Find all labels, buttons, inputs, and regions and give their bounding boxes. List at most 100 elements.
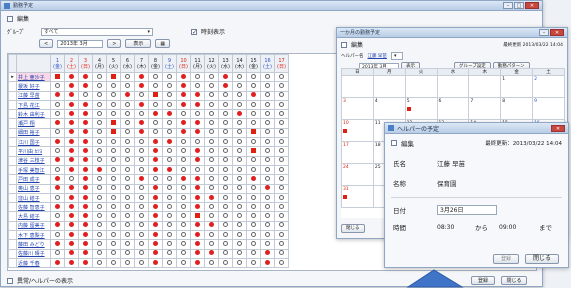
schedule-cell[interactable]	[50, 192, 65, 204]
schedule-cell[interactable]	[92, 137, 107, 148]
schedule-cell[interactable]	[120, 239, 135, 250]
schedule-cell[interactable]	[218, 127, 233, 139]
schedule-cell[interactable]	[50, 183, 65, 194]
schedule-cell[interactable]	[64, 220, 79, 232]
schedule-cell[interactable]	[218, 90, 233, 101]
footer-checkbox[interactable]	[7, 277, 13, 284]
schedule-cell[interactable]	[204, 109, 219, 120]
schedule-cell[interactable]	[260, 174, 275, 185]
schedule-cell[interactable]	[232, 71, 247, 83]
schedule-cell[interactable]	[148, 109, 163, 120]
schedule-cell[interactable]	[218, 230, 233, 241]
maximize-button[interactable]: □	[514, 2, 524, 9]
schedule-cell[interactable]	[190, 202, 205, 213]
calendar-day[interactable]	[436, 75, 470, 98]
schedule-cell[interactable]	[134, 127, 149, 139]
schedule-cell[interactable]	[106, 99, 121, 111]
schedule-cell[interactable]	[204, 257, 219, 269]
schedule-cell[interactable]	[148, 155, 163, 166]
schedule-cell[interactable]	[260, 220, 275, 232]
calendar-day[interactable]	[341, 75, 374, 98]
schedule-cell[interactable]	[120, 248, 135, 259]
schedule-cell[interactable]	[162, 90, 177, 101]
time-display-checkbox[interactable]: ✓	[191, 28, 197, 35]
schedule-cell[interactable]	[64, 192, 79, 204]
schedule-cell[interactable]	[204, 155, 219, 166]
schedule-cell[interactable]	[260, 248, 275, 259]
cal-edit-checkbox[interactable]	[341, 41, 347, 48]
schedule-cell[interactable]	[162, 239, 177, 250]
schedule-cell[interactable]	[78, 202, 93, 213]
staff-name[interactable]: 戸田 成子	[16, 174, 51, 185]
schedule-cell[interactable]	[260, 81, 275, 92]
staff-name[interactable]: 榎坂 好子	[16, 81, 51, 92]
schedule-cell[interactable]	[176, 71, 191, 83]
schedule-cell[interactable]	[162, 248, 177, 259]
schedule-cell[interactable]	[148, 192, 163, 204]
schedule-cell[interactable]	[176, 174, 191, 185]
schedule-cell[interactable]	[190, 192, 205, 204]
schedule-cell[interactable]	[106, 81, 121, 92]
schedule-cell[interactable]	[120, 71, 135, 83]
calendar-day[interactable]: 7	[468, 97, 502, 120]
schedule-cell[interactable]	[218, 239, 233, 250]
staff-name[interactable]: 平川由 ｶﾂﾖ	[16, 146, 51, 157]
schedule-cell[interactable]	[218, 192, 233, 204]
schedule-cell[interactable]	[148, 137, 163, 148]
schedule-cell[interactable]	[218, 71, 233, 83]
schedule-cell[interactable]	[260, 257, 275, 269]
schedule-cell[interactable]	[232, 202, 247, 213]
staff-name[interactable]: 近藤 千春	[16, 257, 51, 269]
schedule-cell[interactable]	[176, 230, 191, 241]
schedule-cell[interactable]	[204, 127, 219, 139]
schedule-cell[interactable]	[120, 183, 135, 194]
staff-name[interactable]: 奥山 恵子	[16, 183, 51, 194]
schedule-cell[interactable]	[190, 90, 205, 101]
schedule-cell[interactable]	[106, 118, 121, 129]
schedule-cell[interactable]	[232, 192, 247, 204]
schedule-cell[interactable]	[64, 202, 79, 213]
schedule-cell[interactable]	[120, 137, 135, 148]
schedule-cell[interactable]	[92, 211, 107, 222]
schedule-cell[interactable]	[92, 192, 107, 204]
schedule-cell[interactable]	[120, 127, 135, 139]
schedule-cell[interactable]	[190, 127, 205, 139]
calendar-day[interactable]: 2	[532, 75, 565, 98]
schedule-cell[interactable]	[190, 118, 205, 129]
schedule-cell[interactable]	[218, 118, 233, 129]
schedule-cell[interactable]	[134, 81, 149, 92]
schedule-cell[interactable]	[50, 202, 65, 213]
schedule-cell[interactable]	[148, 257, 163, 269]
calendar-day[interactable]: 9	[532, 97, 565, 120]
schedule-cell[interactable]	[50, 164, 65, 176]
schedule-cell[interactable]	[260, 230, 275, 241]
schedule-cell[interactable]	[232, 137, 247, 148]
schedule-cell[interactable]	[246, 90, 261, 101]
schedule-cell[interactable]	[64, 109, 79, 120]
schedule-cell[interactable]	[64, 81, 79, 92]
calendar-minimize-button[interactable]: –	[539, 29, 549, 36]
table-row[interactable]: 近藤 千春	[8, 257, 289, 269]
schedule-cell[interactable]	[64, 71, 79, 83]
schedule-cell[interactable]	[50, 239, 65, 250]
schedule-cell[interactable]	[148, 81, 163, 92]
calendar-day[interactable]: 3	[341, 97, 374, 120]
schedule-cell[interactable]	[204, 146, 219, 157]
schedule-cell[interactable]	[106, 183, 121, 194]
staff-name[interactable]: 江川 国子	[16, 137, 51, 148]
schedule-cell[interactable]	[78, 211, 93, 222]
schedule-cell[interactable]	[134, 202, 149, 213]
schedule-cell[interactable]	[274, 183, 289, 194]
schedule-cell[interactable]	[204, 164, 219, 176]
schedule-cell[interactable]	[78, 257, 93, 269]
schedule-cell[interactable]	[92, 248, 107, 259]
staff-name[interactable]: 江藤 早苗	[16, 90, 51, 101]
schedule-cell[interactable]	[162, 202, 177, 213]
table-row[interactable]: 津谷 三枝子	[8, 155, 289, 166]
schedule-cell[interactable]	[274, 211, 289, 222]
time-from[interactable]: 08:30	[437, 224, 471, 231]
schedule-cell[interactable]	[50, 127, 65, 139]
schedule-cell[interactable]	[232, 127, 247, 139]
schedule-cell[interactable]	[106, 164, 121, 176]
staff-name[interactable]: 藤田 みどり	[16, 239, 51, 250]
